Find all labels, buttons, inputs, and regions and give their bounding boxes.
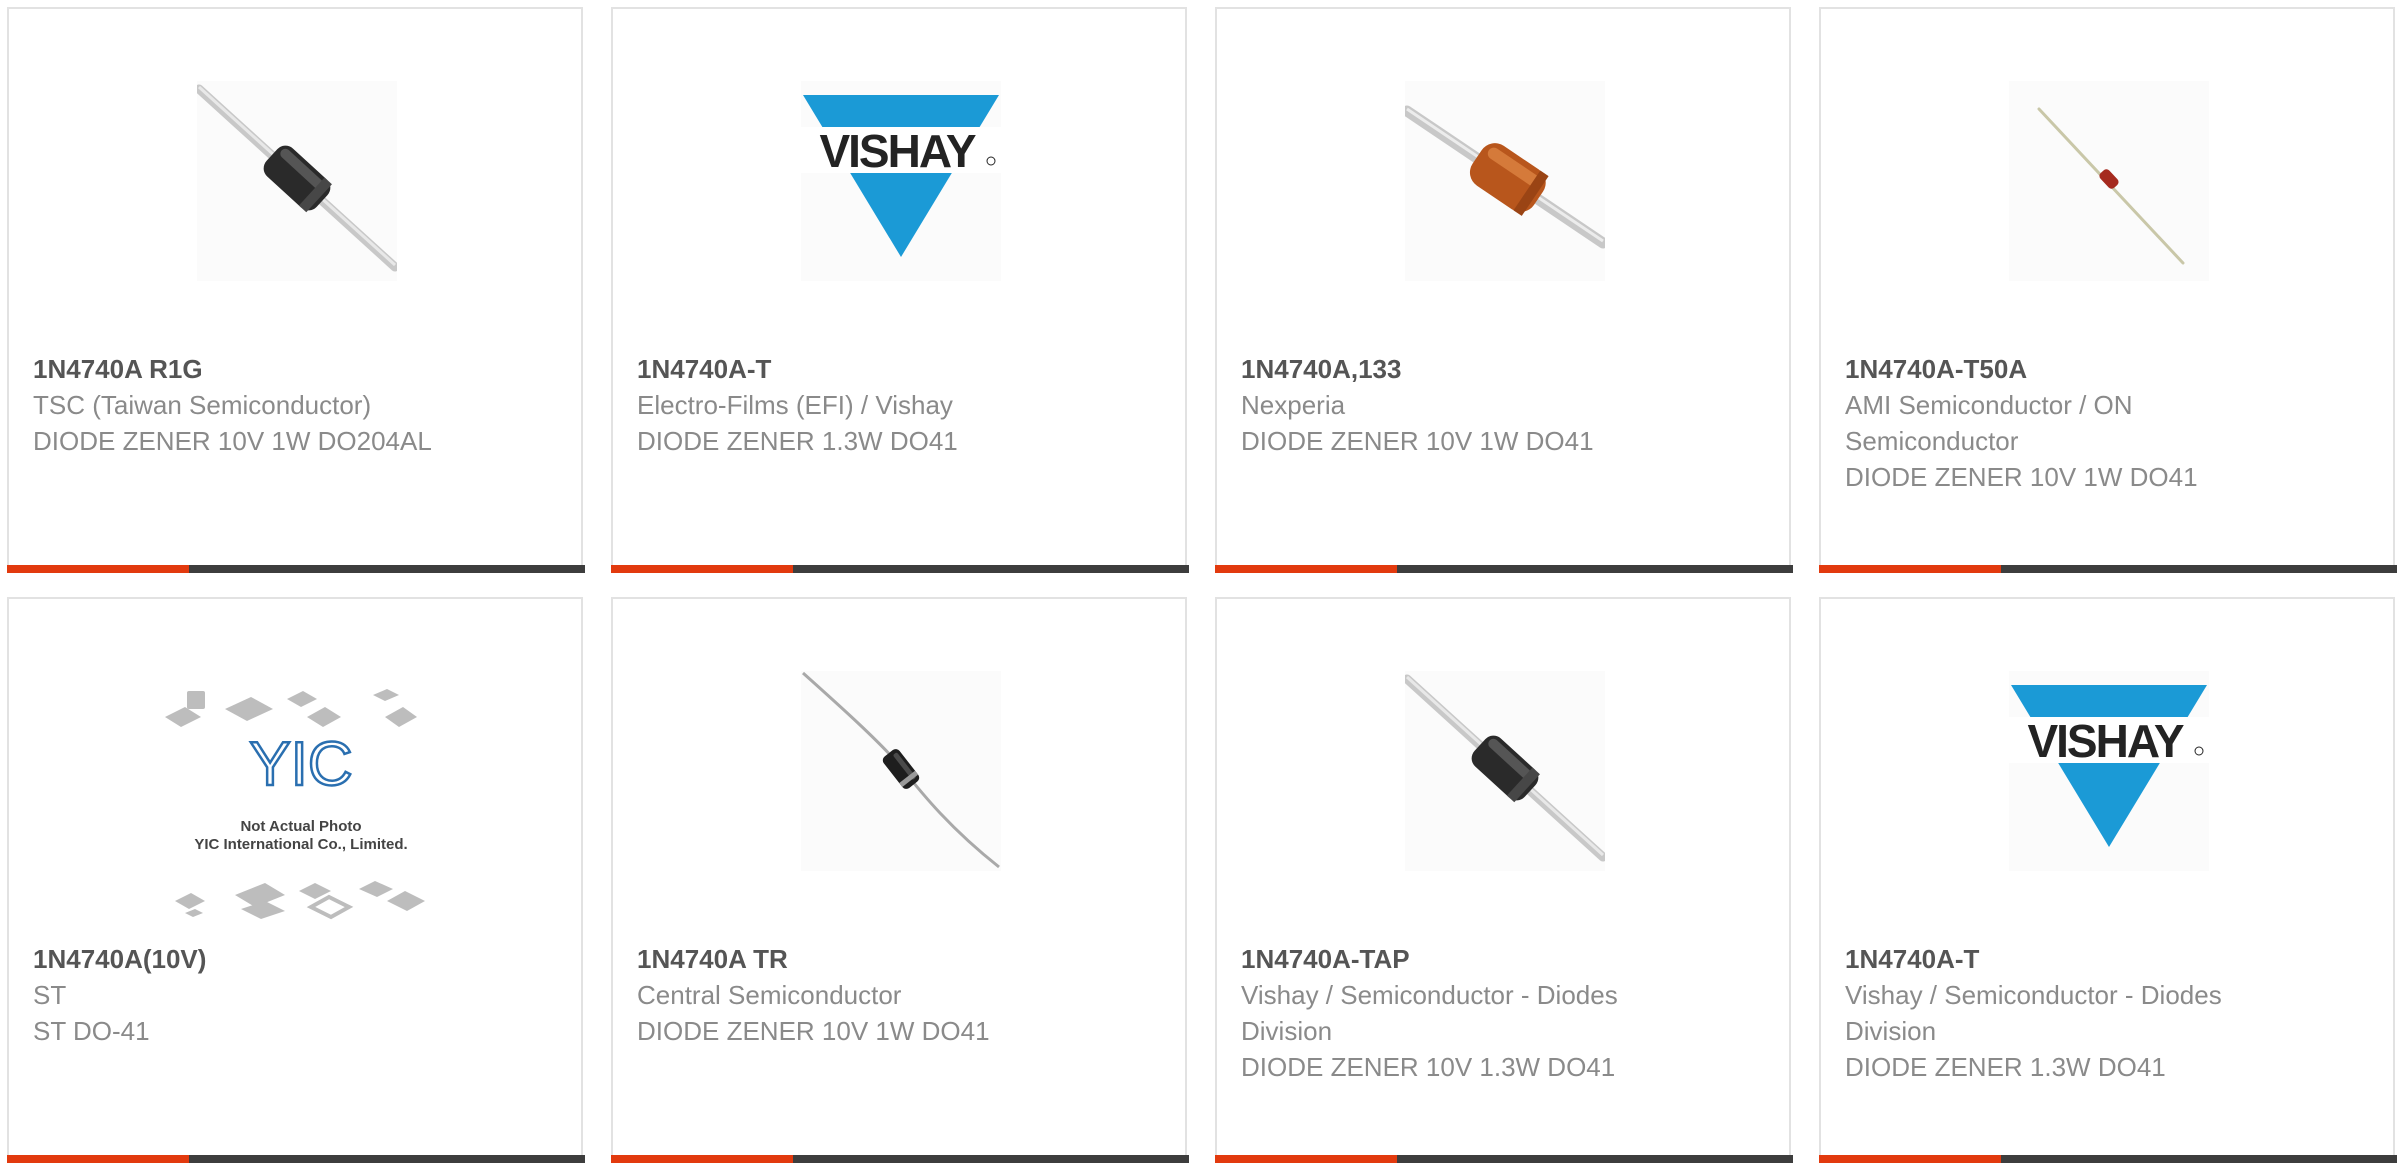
card-bottom-bar xyxy=(7,565,585,573)
product-card[interactable]: 1N4740A R1G TSC (Taiwan Semiconductor) D… xyxy=(7,7,585,573)
card-bottom-bar xyxy=(1819,565,2397,573)
card-accent-bar xyxy=(1819,1155,2001,1163)
card-accent-bar xyxy=(1215,1155,1397,1163)
product-description: DIODE ZENER 10V 1.3W DO41 xyxy=(1241,1052,1616,1082)
product-description: DIODE ZENER 1.3W DO41 xyxy=(637,426,958,456)
part-number[interactable]: 1N4740A-TAP xyxy=(1241,941,1765,977)
product-description: DIODE ZENER 10V 1W DO41 xyxy=(1845,462,2198,492)
product-description: DIODE ZENER 10V 1W DO41 xyxy=(637,1016,990,1046)
vishay-logo-icon: VISHAY xyxy=(801,95,1001,257)
card-bottom-bar xyxy=(1215,565,1793,573)
card-accent-bar xyxy=(7,1155,189,1163)
yic-placeholder-icon: YIC Not Actual Photo YIC International C… xyxy=(165,689,425,920)
svg-text:VISHAY: VISHAY xyxy=(819,125,975,177)
manufacturer-name: TSC (Taiwan Semiconductor) xyxy=(33,390,372,420)
manufacturer-name: Electro-Films (EFI) / Vishay xyxy=(637,390,953,420)
product-card[interactable]: 1N4740A-T50A AMI Semiconductor / ON Semi… xyxy=(1819,7,2397,573)
small-red-diode-icon xyxy=(2037,107,2185,265)
card-bottom-bar xyxy=(611,565,1189,573)
svg-text:YIC: YIC xyxy=(249,730,352,799)
product-image[interactable]: VISHAY xyxy=(2009,671,2209,871)
card-accent-bar xyxy=(1819,565,2001,573)
card-accent-bar xyxy=(611,565,793,573)
placeholder-caption-2: YIC International Co., Limited. xyxy=(194,836,407,853)
product-description: ST DO-41 xyxy=(33,1016,150,1046)
part-number[interactable]: 1N4740A R1G xyxy=(33,351,557,387)
part-number[interactable]: 1N4740A TR xyxy=(637,941,1161,977)
product-info: ST ST DO-41 xyxy=(33,977,433,1049)
manufacturer-name: Vishay / Semiconductor - Diodes Division xyxy=(1845,980,2222,1046)
product-image[interactable]: YIC Not Actual Photo YIC International C… xyxy=(161,687,441,927)
placeholder-caption-1: Not Actual Photo xyxy=(240,818,361,835)
product-card[interactable]: 1N4740A TR Central Semiconductor DIODE Z… xyxy=(611,597,1189,1163)
product-image[interactable] xyxy=(197,81,397,281)
manufacturer-name: Central Semiconductor xyxy=(637,980,902,1010)
thin-black-diode-icon xyxy=(801,671,1000,869)
product-card[interactable]: VISHAY 1N4740A-T Electro-Films (EFI) / V… xyxy=(611,7,1189,573)
product-info: Vishay / Semiconductor - Diodes Division… xyxy=(1845,977,2245,1085)
card-bottom-bar xyxy=(7,1155,585,1163)
product-info: Vishay / Semiconductor - Diodes Division… xyxy=(1241,977,1641,1085)
product-info: TSC (Taiwan Semiconductor) DIODE ZENER 1… xyxy=(33,387,433,459)
product-info: Nexperia DIODE ZENER 10V 1W DO41 xyxy=(1241,387,1641,459)
product-description: DIODE ZENER 10V 1W DO41 xyxy=(1241,426,1594,456)
orange-axial-diode-icon xyxy=(1405,105,1605,249)
card-accent-bar xyxy=(611,1155,793,1163)
product-description: DIODE ZENER 1.3W DO41 xyxy=(1845,1052,2166,1082)
product-card[interactable]: VISHAY 1N4740A-T Vishay / Semiconductor … xyxy=(1819,597,2397,1163)
part-number[interactable]: 1N4740A-T xyxy=(1845,941,2369,977)
product-info: AMI Semiconductor / ON Semiconductor DIO… xyxy=(1845,387,2245,495)
manufacturer-name: Nexperia xyxy=(1241,390,1346,420)
product-image[interactable] xyxy=(1405,81,1605,281)
black-axial-diode-icon xyxy=(1405,674,1605,862)
product-image[interactable]: VISHAY xyxy=(801,81,1001,281)
svg-text:VISHAY: VISHAY xyxy=(2027,715,2183,767)
product-card[interactable]: 1N4740A,133 Nexperia DIODE ZENER 10V 1W … xyxy=(1215,7,1793,573)
vishay-logo-icon: VISHAY xyxy=(2009,685,2209,847)
card-accent-bar xyxy=(7,565,189,573)
product-info: Electro-Films (EFI) / Vishay DIODE ZENER… xyxy=(637,387,1037,459)
product-description: DIODE ZENER 10V 1W DO204AL xyxy=(33,426,432,456)
card-accent-bar xyxy=(1215,565,1397,573)
product-image[interactable] xyxy=(2009,81,2209,281)
product-card[interactable]: 1N4740A-TAP Vishay / Semiconductor - Dio… xyxy=(1215,597,1793,1163)
black-axial-diode-icon xyxy=(197,84,397,272)
part-number[interactable]: 1N4740A-T50A xyxy=(1845,351,2369,387)
part-number[interactable]: 1N4740A(10V) xyxy=(33,941,557,977)
card-bottom-bar xyxy=(1215,1155,1793,1163)
product-card[interactable]: YIC Not Actual Photo YIC International C… xyxy=(7,597,585,1163)
part-number[interactable]: 1N4740A,133 xyxy=(1241,351,1765,387)
product-info: Central Semiconductor DIODE ZENER 10V 1W… xyxy=(637,977,1037,1049)
part-number[interactable]: 1N4740A-T xyxy=(637,351,1161,387)
manufacturer-name: Vishay / Semiconductor - Diodes Division xyxy=(1241,980,1618,1046)
manufacturer-name: ST xyxy=(33,980,67,1010)
manufacturer-name: AMI Semiconductor / ON Semiconductor xyxy=(1845,390,2133,456)
product-image[interactable] xyxy=(801,671,1001,871)
card-bottom-bar xyxy=(611,1155,1189,1163)
product-image[interactable] xyxy=(1405,671,1605,871)
card-bottom-bar xyxy=(1819,1155,2397,1163)
